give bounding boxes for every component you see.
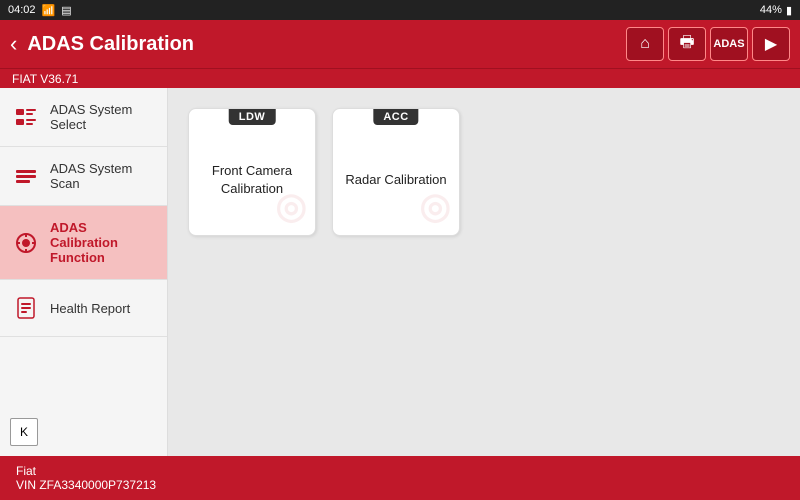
battery-icon: ▮ <box>786 4 792 17</box>
status-right: 44% ▮ <box>760 4 792 17</box>
adas-calib-icon <box>12 229 40 257</box>
adas-icon: ADAS <box>713 38 744 50</box>
battery-display: 44% <box>760 4 782 16</box>
page-title: ADAS Calibration <box>27 33 616 56</box>
content-area: LDW Front Camera Calibration ◎ ACC Radar… <box>168 88 800 456</box>
sidebar-label-health: Health Report <box>50 301 130 316</box>
front-camera-card[interactable]: LDW Front Camera Calibration ◎ <box>188 108 316 236</box>
status-left: 04:02 📶 ▤ <box>8 4 72 17</box>
bottom-bar: Fiat VIN ZFA3340000P737213 <box>0 456 800 500</box>
signal-icon: ▤ <box>61 4 71 17</box>
radar-watermark: ◎ <box>420 185 451 227</box>
sidebar-item-adas-calibration[interactable]: ADAS Calibration Function <box>0 206 167 280</box>
vehicle-vin: VIN ZFA3340000P737213 <box>16 478 784 492</box>
main-layout: ADAS System Select ADAS System Scan <box>0 88 800 456</box>
sidebar: ADAS System Select ADAS System Scan <box>0 88 168 456</box>
status-bar: 04:02 📶 ▤ 44% ▮ <box>0 0 800 20</box>
logout-button[interactable]: ▶ <box>752 27 790 61</box>
collapse-button[interactable]: K <box>10 418 38 446</box>
adas-button[interactable]: ADAS <box>710 27 748 61</box>
adas-select-icon <box>12 103 40 131</box>
time-display: 04:02 <box>8 4 36 16</box>
print-icon: 🖶 <box>679 31 694 58</box>
sub-header: FIAT V36.71 <box>0 68 800 88</box>
version-label: FIAT V36.71 <box>12 72 78 86</box>
sidebar-label-adas-select: ADAS System Select <box>50 102 155 132</box>
sidebar-label-adas-calib: ADAS Calibration Function <box>50 220 155 265</box>
sidebar-item-health-report[interactable]: Health Report <box>0 280 167 337</box>
print-button[interactable]: 🖶 <box>668 27 706 61</box>
header: ‹ ADAS Calibration ⌂ 🖶 ADAS ▶ <box>0 20 800 68</box>
adas-scan-icon <box>12 162 40 190</box>
home-button[interactable]: ⌂ <box>626 27 664 61</box>
collapse-icon: K <box>20 425 28 439</box>
sidebar-item-adas-system-select[interactable]: ADAS System Select <box>0 88 167 147</box>
back-button[interactable]: ‹ <box>10 31 17 57</box>
acc-badge: ACC <box>373 109 418 125</box>
home-icon: ⌂ <box>640 35 650 53</box>
sidebar-item-adas-system-scan[interactable]: ADAS System Scan <box>0 147 167 206</box>
header-icons: ⌂ 🖶 ADAS ▶ <box>626 27 790 61</box>
health-report-icon <box>12 294 40 322</box>
ldw-badge: LDW <box>229 109 276 125</box>
front-camera-watermark: ◎ <box>276 185 307 227</box>
logout-icon: ▶ <box>765 34 777 54</box>
sidebar-footer: K <box>0 337 167 456</box>
sidebar-label-adas-scan: ADAS System Scan <box>50 161 155 191</box>
vehicle-make: Fiat <box>16 464 784 478</box>
wifi-icon: 📶 <box>42 4 56 17</box>
radar-card[interactable]: ACC Radar Calibration ◎ <box>332 108 460 236</box>
